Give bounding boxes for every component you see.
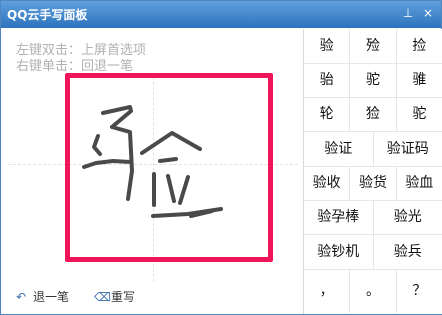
candidate-panel: 验 殓 捡 骀 驼 骓 轮 猃 驼 验证 验证码 验收 验货 验血 验孕棒 验光…: [303, 29, 442, 314]
candidate-row: ， 。 ？: [304, 270, 442, 313]
candidate-item[interactable]: 验兵: [374, 235, 442, 269]
candidate-row: 轮 猃 驼: [304, 98, 442, 132]
candidate-item[interactable]: 验证码: [374, 132, 442, 166]
pin-icon[interactable]: ⊥: [401, 6, 415, 20]
undo-icon: ↶: [16, 289, 27, 304]
candidate-row: 验 殓 捡: [304, 29, 442, 64]
writing-pad[interactable]: 左键双击：上屏首选项 右键单击：回退一笔: [2, 29, 303, 297]
bottom-toolbar: ↶ 退一笔 ⌫ 重写: [2, 283, 303, 314]
candidate-item[interactable]: 驼: [350, 64, 397, 97]
candidate-row: 验证 验证码: [304, 132, 442, 167]
candidate-item[interactable]: 骓: [397, 64, 442, 97]
rewrite-label: 重写: [111, 290, 136, 304]
close-icon[interactable]: ×: [421, 6, 435, 20]
candidate-item[interactable]: 验货: [350, 167, 397, 200]
title-bar: QQ云手写面板 ⊥ ×: [1, 1, 441, 28]
undo-label: 退一笔: [33, 290, 70, 304]
input-frame: [65, 73, 273, 262]
candidate-item[interactable]: 验: [304, 29, 351, 63]
candidate-row: 验钞机 验兵: [304, 235, 442, 270]
rewrite-button[interactable]: ⌫ 重写: [94, 288, 135, 305]
candidate-item[interactable]: 驼: [397, 98, 442, 131]
candidate-item[interactable]: 验血: [397, 167, 442, 200]
candidate-row: 骀 驼 骓: [304, 64, 442, 98]
candidate-item[interactable]: 验收: [304, 167, 351, 200]
candidate-item[interactable]: ，: [304, 270, 351, 313]
window-title: QQ云手写面板: [7, 8, 88, 22]
candidate-item[interactable]: 骀: [304, 64, 351, 97]
candidate-item[interactable]: 验钞机: [304, 235, 374, 269]
candidate-item[interactable]: 验孕棒: [304, 201, 374, 234]
candidate-item[interactable]: 捡: [397, 29, 442, 63]
candidate-item[interactable]: ？: [397, 270, 442, 313]
candidate-item[interactable]: 验证: [304, 132, 374, 166]
eraser-icon: ⌫: [94, 289, 111, 304]
candidate-item[interactable]: 猃: [350, 98, 397, 131]
candidate-row: 验孕棒 验光: [304, 201, 442, 235]
undo-button[interactable]: ↶ 退一笔: [16, 288, 69, 305]
candidate-item[interactable]: 殓: [350, 29, 397, 63]
handwriting-window: QQ云手写面板 ⊥ × 左键双击：上屏首选项 右键单击：回退一笔 ↶ 退一笔 ⌫…: [0, 0, 442, 315]
candidate-item[interactable]: 验光: [374, 201, 442, 234]
candidate-item[interactable]: 。: [350, 270, 397, 313]
candidate-row: 验收 验货 验血: [304, 167, 442, 201]
candidate-item[interactable]: 轮: [304, 98, 351, 131]
